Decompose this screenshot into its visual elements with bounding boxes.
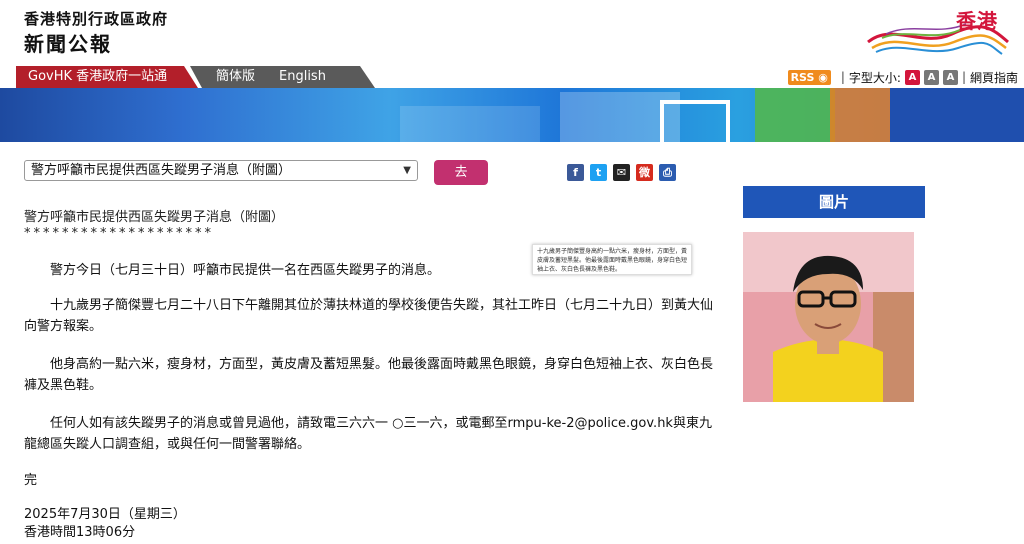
go-button[interactable]: 去 xyxy=(434,160,488,185)
sitemap-link[interactable]: 網頁指南 xyxy=(970,69,1018,86)
press-release-select[interactable]: 警方呼籲市民提供西區失蹤男子消息（附圖） ▼ xyxy=(24,160,418,181)
paragraph-2: 十九歲男子簡傑豐七月二十八日下午離開其位於薄扶林道的學校後便告失蹤，其社工昨日（… xyxy=(24,298,714,334)
weibo-icon[interactable]: 微 xyxy=(636,164,653,181)
photo-caption-tooltip: 十九歲男子簡傑豐身高約一點六米，瘦身材，方面型，黃皮膚及蓄短黑髮。他最後露面時戴… xyxy=(532,244,692,275)
title-divider: ******************** xyxy=(24,226,214,241)
site-title[interactable]: 新聞公報 xyxy=(24,28,112,57)
end-mark: 完 xyxy=(24,473,38,488)
release-time: 香港時間13時06分 xyxy=(24,525,136,540)
photo-panel-heading: 圖片 xyxy=(743,186,925,218)
brand-text: 香港 xyxy=(956,9,998,33)
english-link[interactable]: English xyxy=(279,66,326,88)
missing-person-photo[interactable] xyxy=(743,232,914,402)
rss-label: RSS xyxy=(790,70,815,84)
top-nav: GovHK 香港政府一站通 簡体版 English RSS ◉ | 字型大小: … xyxy=(0,66,1024,88)
selected-option: 警方呼籲市民提供西區失蹤男子消息（附圖） xyxy=(31,163,292,178)
divider: | xyxy=(961,70,966,84)
government-name: 香港特別行政區政府 xyxy=(24,10,169,28)
chevron-down-icon: ▼ xyxy=(403,165,411,176)
govhk-link[interactable]: GovHK 香港政府一站通 xyxy=(16,66,198,88)
rss-icon[interactable]: RSS ◉ xyxy=(787,69,831,85)
article-title: 警方呼籲市民提供西區失蹤男子消息（附圖） xyxy=(24,210,285,225)
utility-links: RSS ◉ | 字型大小: A A A | 網頁指南 xyxy=(787,66,1018,88)
simplified-chinese-link[interactable]: 簡体版 xyxy=(216,66,255,88)
twitter-icon[interactable]: t xyxy=(590,164,607,181)
divider: | xyxy=(840,70,845,84)
font-size-small-button[interactable]: A xyxy=(942,69,958,85)
font-size-medium-button[interactable]: A xyxy=(923,69,939,85)
font-size-large-button[interactable]: A xyxy=(904,69,920,85)
page-header: 香港特別行政區政府 新聞公報 香港 xyxy=(0,0,1024,66)
print-icon[interactable]: ⎙ xyxy=(659,164,676,181)
brand-hong-kong-logo[interactable]: 香港 xyxy=(862,2,1012,60)
facebook-icon[interactable]: f xyxy=(567,164,584,181)
paragraph-4: 任何人如有該失蹤男子的消息或曾見過他，請致電三六六一 ○三一六，或電郵至rmpu… xyxy=(24,416,712,452)
email-icon[interactable]: ✉ xyxy=(613,164,630,181)
language-bar: 簡体版 English xyxy=(190,66,375,88)
font-size-label: 字型大小: xyxy=(848,70,901,85)
decorative-banner xyxy=(0,88,1024,142)
person-photo-icon xyxy=(743,232,914,402)
paragraph-3: 他身高約一點六米，瘦身材，方面型，黃皮膚及蓄短黑髮。他最後露面時戴黑色眼鏡，身穿… xyxy=(24,357,714,393)
